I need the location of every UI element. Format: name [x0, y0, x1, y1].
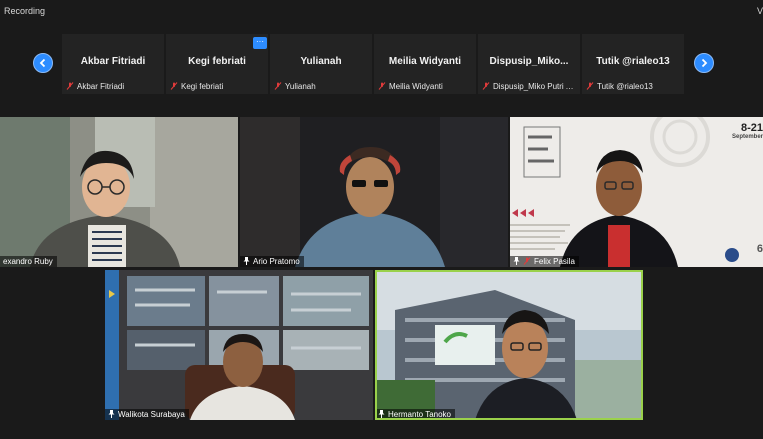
pin-icon: [513, 257, 520, 265]
mic-muted-icon: [523, 257, 531, 265]
chevron-left-icon: [39, 58, 46, 68]
participant-video: [240, 117, 508, 267]
video-name-label: Hermanto Tanoko: [375, 409, 455, 420]
mic-muted-icon: [66, 82, 74, 90]
participant-strip: Akbar Fitriadi Akbar Fitriadi Kegi febri…: [62, 34, 686, 94]
pin-icon: [378, 410, 385, 418]
poster-month: September: [731, 134, 763, 140]
mic-muted-icon: [482, 82, 490, 90]
participant-name: Kegi febriati: [188, 56, 246, 67]
poster-date: 8-21: [740, 122, 763, 134]
participant-name: Meilia Widyanti: [388, 56, 462, 67]
chevron-right-icon: [701, 58, 708, 68]
video-name-text: Ario Pratomo: [253, 257, 300, 266]
video-tile[interactable]: Hermanto Tanoko: [375, 270, 643, 420]
participant-label-text: Yulianah: [285, 82, 316, 91]
video-name-label: Ario Pratomo: [240, 256, 304, 267]
video-name-label: Felix Pasila: [510, 256, 579, 267]
mic-muted-icon: [170, 82, 178, 90]
mic-muted-icon: [274, 82, 282, 90]
recording-bar: Recording V: [0, 0, 763, 24]
participant-tile[interactable]: Meilia Widyanti Meilia Widyanti: [374, 34, 476, 94]
participant-label-text: Tutik @rialeo13: [597, 82, 653, 91]
mic-muted-icon: [378, 82, 386, 90]
video-name-text: Walikota Surabaya: [118, 410, 185, 419]
participant-label: Tutik @rialeo13: [586, 82, 681, 91]
more-options-button[interactable]: ···: [253, 37, 267, 49]
participant-label-text: Akbar Fitriadi: [77, 82, 125, 91]
participant-tile[interactable]: Dispusip_Miko... Dispusip_Miko Putri A..…: [478, 34, 580, 94]
participant-label: Meilia Widyanti: [378, 82, 473, 91]
pin-icon: [108, 410, 115, 418]
participant-video: [510, 117, 763, 267]
participant-name: Tutik @rialeo13: [596, 56, 670, 67]
participant-video: [0, 117, 238, 267]
video-name-text: Felix Pasila: [534, 257, 575, 266]
video-name-text: Hermanto Tanoko: [388, 410, 451, 419]
participant-label: Yulianah: [274, 82, 369, 91]
participant-label: Kegi febriati: [170, 82, 265, 91]
video-name-label: Walikota Surabaya: [105, 409, 189, 420]
participant-name: Akbar Fitriadi: [80, 56, 146, 67]
previous-page-button[interactable]: [33, 53, 53, 73]
participant-tile[interactable]: Tutik @rialeo13 Tutik @rialeo13: [582, 34, 684, 94]
video-tile[interactable]: Walikota Surabaya: [105, 270, 373, 420]
participant-tile[interactable]: Akbar Fitriadi Akbar Fitriadi: [62, 34, 164, 94]
participant-label-text: Dispusip_Miko Putri A...: [493, 82, 577, 91]
video-tile[interactable]: 8-21 September 6 Felix Pasila: [510, 117, 763, 267]
poster-side-number: 6: [756, 243, 763, 255]
mic-muted-icon: [586, 82, 594, 90]
participant-video: [105, 270, 373, 420]
video-tile[interactable]: Ario Pratomo: [240, 117, 508, 267]
participant-video: [375, 270, 643, 420]
participant-label-text: Kegi febriati: [181, 82, 224, 91]
recording-label: Recording: [4, 6, 46, 16]
participant-label-text: Meilia Widyanti: [389, 82, 443, 91]
view-button[interactable]: V: [757, 6, 763, 16]
participant-name: Dispusip_Miko...: [489, 56, 569, 67]
participant-name: Yulianah: [300, 56, 342, 67]
video-tile[interactable]: exandro Ruby: [0, 117, 238, 267]
participant-label: Akbar Fitriadi: [66, 82, 161, 91]
video-name-label: exandro Ruby: [0, 256, 57, 267]
next-page-button[interactable]: [694, 53, 714, 73]
participant-tile[interactable]: Yulianah Yulianah: [270, 34, 372, 94]
pin-icon: [243, 257, 250, 265]
participant-label: Dispusip_Miko Putri A...: [482, 82, 577, 91]
